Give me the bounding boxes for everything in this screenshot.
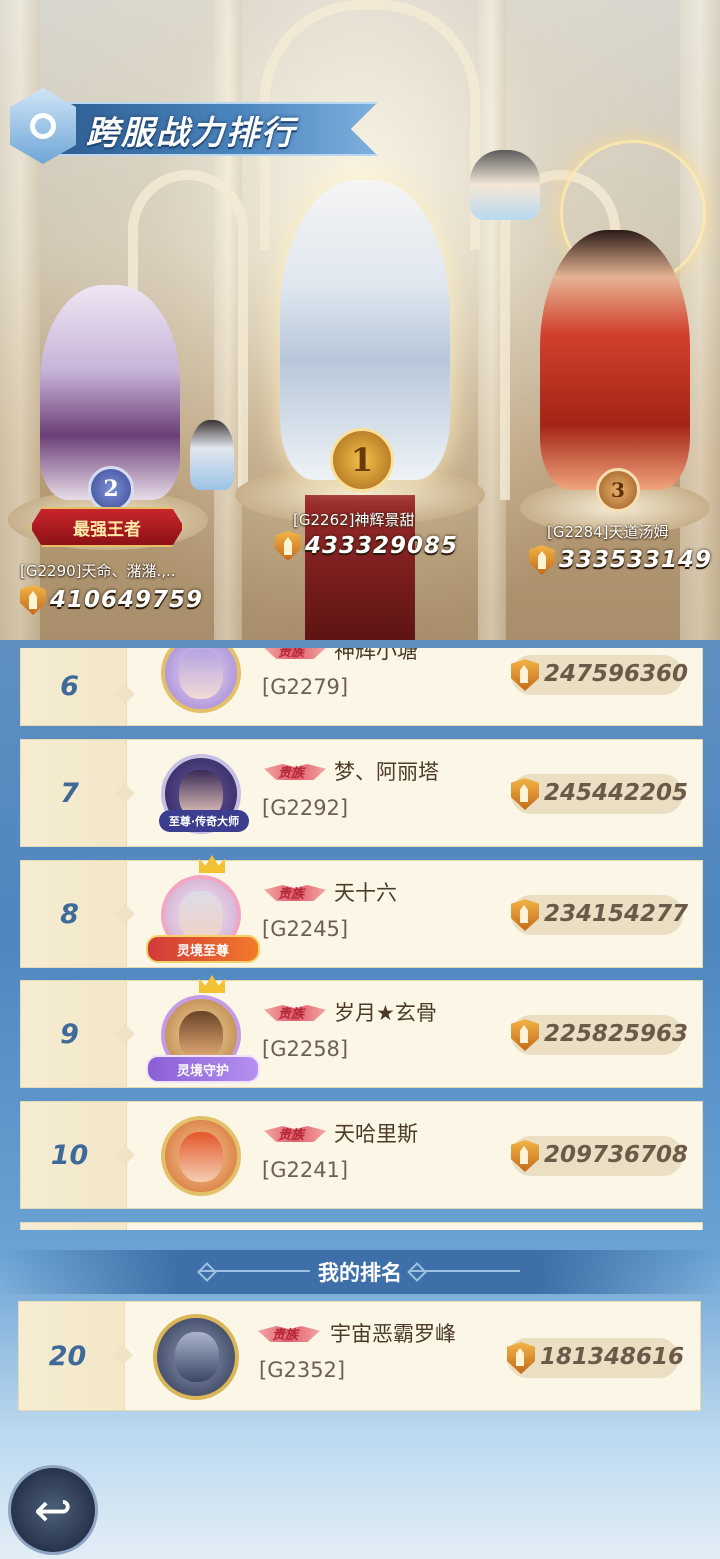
player-name: 梦、阿丽塔 (334, 760, 439, 784)
pet-companion (470, 150, 540, 220)
top-ranking-stage: 跨服战力排行 1 2 3 最强王者 [G2262]神辉景甜 433329085 … (0, 0, 720, 640)
avatar[interactable] (161, 648, 241, 713)
power-value: 245442205 (544, 780, 689, 806)
my-rank-header: 我的排名 (0, 1250, 720, 1294)
back-button[interactable]: ↩ (8, 1465, 98, 1555)
rank-number: 20 (48, 1340, 87, 1372)
vip-badge: 贵族 (264, 881, 328, 905)
vip-badge: 贵族 (264, 1122, 328, 1146)
player-name: 神辉小塘 (334, 648, 418, 663)
ranking-row[interactable]: 10 贵族 天哈里斯 [G2241] 209736708 (20, 1101, 703, 1209)
rank-number: 9 (60, 1018, 79, 1050)
power-display: 245442205 (511, 774, 688, 814)
rank-3-medal: 3 (596, 468, 640, 512)
power-value: 209736708 (544, 1142, 689, 1168)
back-arrow-icon: ↩ (33, 1483, 73, 1537)
vip-badge: 贵族 (264, 760, 328, 784)
power-value: 225825963 (544, 1021, 689, 1047)
server-id: [G2245] (262, 917, 349, 941)
shield-power-icon (511, 1140, 539, 1172)
ranking-row[interactable]: 8 灵境至尊 贵族 天十六 [G2245] 234154277 (20, 855, 703, 968)
title-banner: 跨服战力排行 (10, 88, 382, 164)
rank-2-name: [G2290]天命、潴潴.,.. (20, 562, 176, 580)
rank-2-medal: 2 (88, 466, 134, 512)
server-id: [G2279] (262, 675, 349, 699)
player-name: 天哈里斯 (334, 1122, 418, 1146)
power-display: 181348616 (507, 1338, 684, 1378)
character-rank-3 (540, 230, 690, 490)
strongest-king-badge: 最强王者 (30, 507, 184, 547)
my-rank-row[interactable]: 20 贵族 宇宙恶霸罗峰 [G2352] 181348616 (18, 1301, 701, 1411)
power-display: 247596360 (511, 655, 688, 695)
player-name: 宇宙恶霸罗峰 (330, 1322, 456, 1346)
rank-number: 10 (50, 1139, 89, 1171)
rank-3-name: [G2284]天道汤姆 (547, 523, 669, 541)
rank-2-power: 410649759 (20, 585, 203, 615)
shield-power-icon (275, 531, 301, 561)
shield-power-icon (511, 659, 539, 691)
shield-power-icon (511, 778, 539, 810)
shield-power-icon (529, 545, 555, 575)
ranking-list[interactable]: 6 贵族 神辉小塘 [G2279] 247596360 7 至尊·传奇大师 贵族… (0, 648, 720, 1230)
ranking-row[interactable]: 7 至尊·传奇大师 贵族 梦、阿丽塔 [G2292] 245442205 (20, 739, 703, 847)
server-id: [G2241] (262, 1158, 349, 1182)
power-value: 234154277 (544, 901, 689, 927)
shield-power-icon (511, 1019, 539, 1051)
vip-badge: 贵族 (264, 648, 328, 663)
power-value: 247596360 (544, 661, 689, 687)
rank-1-medal: 1 (330, 428, 394, 492)
power-display: 209736708 (511, 1136, 688, 1176)
power-display: 225825963 (511, 1015, 688, 1055)
rank-number: 8 (60, 898, 79, 930)
ranking-row[interactable]: 9 灵境守护 贵族 岁月★玄骨 [G2258] 225825963 (20, 975, 703, 1088)
vip-badge: 贵族 (264, 1001, 328, 1025)
page-title: 跨服战力排行 (86, 113, 296, 152)
player-name: 岁月★玄骨 (334, 1001, 437, 1025)
rank-number: 7 (60, 777, 79, 809)
avatar-title-tag: 灵境守护 (146, 1055, 260, 1083)
shield-power-icon (20, 585, 46, 615)
rank-1-power: 433329085 (275, 531, 458, 561)
player-name: 天十六 (334, 881, 397, 905)
crown-icon (199, 855, 225, 873)
power-display: 234154277 (511, 895, 688, 935)
power-value: 333533149 (559, 547, 713, 573)
power-value: 410649759 (50, 587, 204, 613)
my-rank-title: 我的排名 (318, 1261, 402, 1285)
server-id: [G2352] (259, 1358, 346, 1382)
power-value: 433329085 (305, 533, 459, 559)
ranking-row-peek (20, 1222, 703, 1230)
server-id: [G2258] (262, 1037, 349, 1061)
avatar[interactable] (153, 1314, 239, 1400)
crown-icon (199, 975, 225, 993)
avatar-title-tag: 至尊·传奇大师 (159, 810, 249, 832)
rank-1-name: [G2262]神辉景甜 (293, 511, 415, 529)
pet-companion (190, 420, 234, 490)
avatar-title-tag: 灵境至尊 (146, 935, 260, 963)
server-id: [G2292] (262, 796, 349, 820)
vip-badge: 贵族 (258, 1322, 322, 1346)
shield-power-icon (507, 1342, 535, 1374)
avatar[interactable] (161, 1116, 241, 1196)
ranking-row[interactable]: 6 贵族 神辉小塘 [G2279] 247596360 (20, 648, 703, 726)
shield-power-icon (511, 899, 539, 931)
power-value: 181348616 (540, 1344, 685, 1370)
rank-3-power: 333533149 (529, 545, 712, 575)
rank-number: 6 (60, 670, 79, 702)
